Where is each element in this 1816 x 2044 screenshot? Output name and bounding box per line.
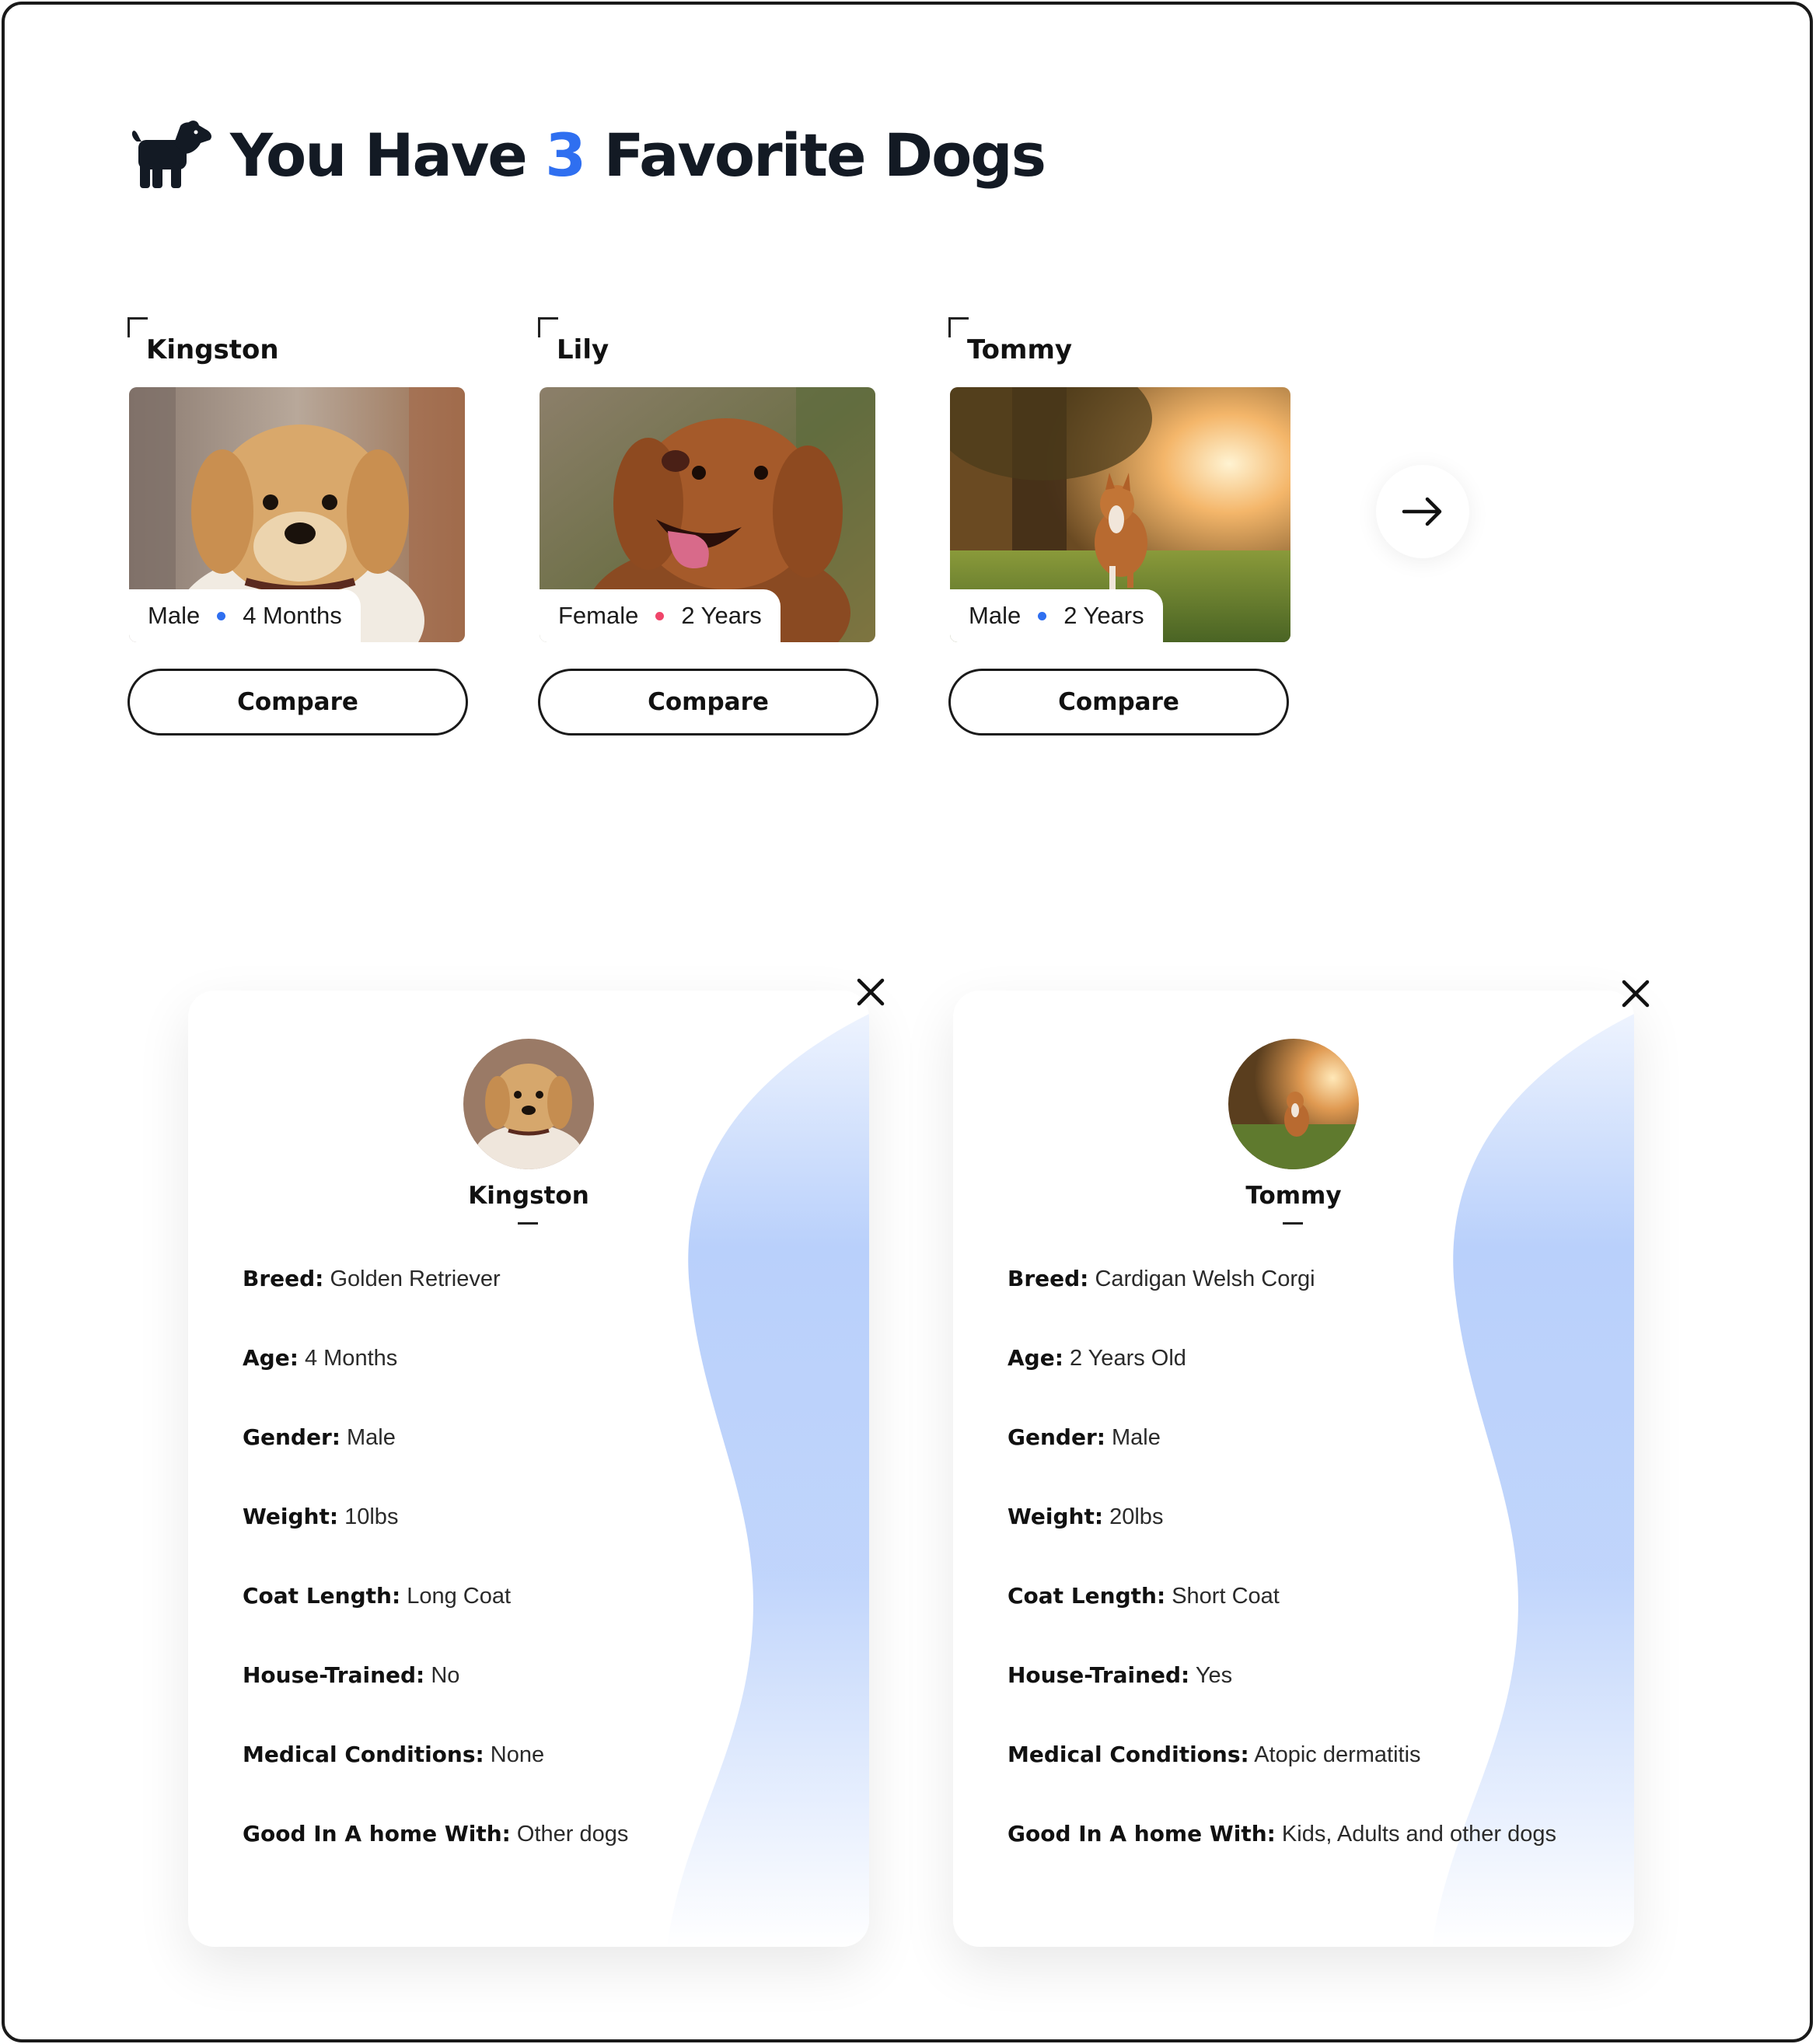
attribute-row: Coat Length: Long Coat: [243, 1583, 512, 1609]
dog-info-tag: Male 4 Months: [129, 589, 361, 642]
attribute-row: Weight: 10lbs: [243, 1504, 399, 1529]
compare-button[interactable]: Compare: [538, 669, 878, 735]
page-title: You Have 3 Favorite Dogs: [230, 120, 1046, 190]
comparison-card-kingston: Kingston Breed: Golden Retriever Age: 4 …: [188, 991, 869, 1947]
close-button-tommy[interactable]: [1617, 975, 1654, 1012]
gender-label: Male: [148, 602, 201, 629]
attribute-row: Medical Conditions: None: [243, 1742, 545, 1767]
age-label: 2 Years: [1063, 602, 1144, 629]
gender-dot-icon: [655, 611, 665, 620]
name-underline: [1283, 1222, 1303, 1225]
attribute-row: Age: 4 Months: [243, 1345, 398, 1371]
attribute-row: Good In A home With: Other dogs: [243, 1821, 629, 1847]
attribute-row: Weight: 20lbs: [1008, 1504, 1164, 1529]
compare-button[interactable]: Compare: [948, 669, 1289, 735]
dog-photo[interactable]: Male 2 Years: [950, 387, 1290, 642]
gender-label: Male: [969, 602, 1022, 629]
dog-info-tag: Male 2 Years: [950, 589, 1163, 642]
card-corner-mark: [127, 317, 148, 337]
dog-name: Tommy: [967, 334, 1073, 365]
dog-avatar: [1228, 1039, 1359, 1169]
attribute-row: House-Trained: Yes: [1008, 1662, 1233, 1688]
attribute-row: Breed: Golden Retriever: [243, 1266, 501, 1291]
dog-name: Kingston: [468, 1182, 589, 1210]
name-underline: [518, 1222, 538, 1225]
dog-name: Tommy: [1245, 1182, 1342, 1210]
attribute-row: Medical Conditions: Atopic dermatitis: [1008, 1742, 1421, 1767]
attribute-row: Age: 2 Years Old: [1008, 1345, 1186, 1371]
attribute-row: Coat Length: Short Coat: [1008, 1583, 1280, 1609]
comparison-card-tommy: Tommy Breed: Cardigan Welsh Corgi Age: 2…: [953, 991, 1634, 1947]
dog-icon: [131, 121, 211, 188]
close-icon: [1622, 980, 1650, 1008]
gender-dot-icon: [1038, 611, 1047, 620]
dog-info-tag: Female 2 Years: [540, 589, 781, 642]
title-prefix: You Have: [230, 120, 528, 190]
dog-photo[interactable]: Female 2 Years: [540, 387, 875, 642]
close-icon: [857, 978, 885, 1006]
next-button[interactable]: [1376, 465, 1469, 558]
dog-name: Kingston: [146, 334, 279, 365]
favorite-count: 3: [545, 120, 586, 190]
attribute-row: Breed: Cardigan Welsh Corgi: [1008, 1266, 1315, 1291]
close-button-kingston[interactable]: [852, 973, 889, 1011]
attribute-list: Breed: Golden Retriever Age: 4 Months Ge…: [243, 1266, 628, 1900]
dog-name: Lily: [557, 334, 609, 365]
dog-photo[interactable]: Male 4 Months: [129, 387, 465, 642]
title-suffix: Favorite Dogs: [603, 120, 1046, 190]
compare-button[interactable]: Compare: [127, 669, 468, 735]
golden-puppy-avatar: [463, 1039, 594, 1169]
decorative-blob: [667, 1014, 869, 1947]
gender-label: Female: [558, 602, 639, 629]
corgi-avatar: [1228, 1039, 1359, 1169]
gender-dot-icon: [217, 611, 226, 620]
page-header: You Have 3 Favorite Dogs: [129, 120, 1046, 190]
age-label: 4 Months: [243, 602, 342, 629]
attribute-row: House-Trained: No: [243, 1662, 460, 1688]
app-window: You Have 3 Favorite Dogs Kingston Male 4…: [2, 2, 1813, 2042]
arrow-right-icon: [1402, 497, 1442, 526]
attribute-row: Good In A home With: Kids, Adults and ot…: [1008, 1821, 1556, 1847]
card-corner-mark: [538, 317, 558, 337]
attribute-row: Gender: Male: [243, 1424, 396, 1450]
attribute-list: Breed: Cardigan Welsh Corgi Age: 2 Years…: [1008, 1266, 1556, 1900]
age-label: 2 Years: [681, 602, 762, 629]
attribute-row: Gender: Male: [1008, 1424, 1161, 1450]
card-corner-mark: [948, 317, 969, 337]
dog-avatar: [463, 1039, 594, 1169]
